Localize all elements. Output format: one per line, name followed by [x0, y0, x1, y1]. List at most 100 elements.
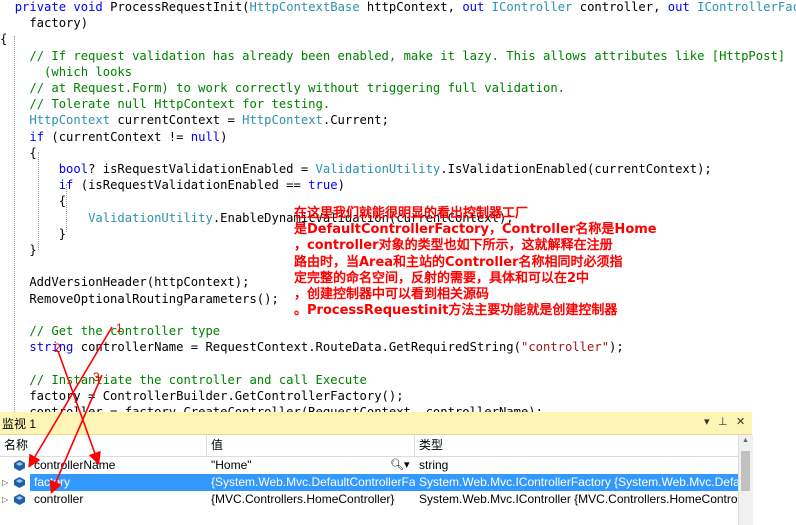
code-token: private: [14, 0, 67, 14]
code-token: RemoveOptionalRoutingParameters();: [0, 291, 279, 306]
expand-arrow-icon[interactable]: ▷: [2, 474, 12, 491]
code-token: .IsValidationEnabled(currentContext);: [440, 162, 712, 176]
watch-row-name: factory: [30, 474, 207, 491]
code-token: true: [308, 178, 338, 193]
code-token: void: [73, 0, 103, 14]
annotation-line: 是DefaultControllerFactory，Controller名称是H…: [294, 222, 657, 238]
code-line[interactable]: HttpContext currentContext = HttpContext…: [0, 112, 389, 128]
code-token: // Instantiate the controller and call E…: [29, 372, 367, 387]
code-token: // If request validation has already bee…: [29, 48, 786, 63]
code-token: out: [462, 0, 485, 14]
code-token: if: [29, 129, 45, 144]
code-token: string: [29, 340, 74, 355]
watch-row-type: string: [419, 458, 449, 472]
watch-row-name: controller: [34, 492, 84, 506]
code-line[interactable]: // Get the controller type: [0, 323, 220, 339]
code-token: factory = ControllerBuilder.GetControlle…: [0, 388, 404, 403]
code-token: // at Request.Form) to work correctly wi…: [29, 81, 565, 95]
field-gem-icon: [14, 494, 25, 505]
code-token: {: [0, 194, 67, 209]
code-token: ProcessRequestInit(: [102, 0, 250, 14]
watch-row-controllername[interactable]: controllerName "Home" 🔍︎▾ string: [0, 457, 738, 474]
close-icon[interactable]: ✕: [736, 415, 745, 428]
code-line[interactable]: if (currentContext != null): [0, 129, 228, 145]
annotation-line: 。ProcessRequestinit方法主要功能就是创建控制器: [294, 303, 618, 319]
annotation-line: 路由时，当Area和主站的Controller名称相同时必须指: [294, 254, 623, 270]
code-token: factory): [0, 16, 89, 31]
column-header-value[interactable]: 值: [207, 435, 415, 456]
code-line[interactable]: // Instantiate the controller and call E…: [0, 372, 367, 388]
pin-icon[interactable]: ⊥: [718, 415, 728, 428]
code-line[interactable]: // at Request.Form) to work correctly wi…: [0, 80, 565, 96]
code-line[interactable]: }: [0, 226, 66, 242]
watch-row-type: System.Web.Mvc.IControllerFactory {Syste…: [415, 474, 738, 491]
code-token: null: [190, 129, 221, 144]
search-icon[interactable]: 🔍︎▾: [390, 457, 414, 474]
code-token: ValidationUtility: [315, 162, 441, 176]
code-token: HttpContext: [242, 113, 323, 128]
scroll-up-icon[interactable]: ▲: [742, 437, 749, 444]
indent-guide: [14, 36, 15, 412]
watch-row-factory[interactable]: ▷ factory {System.Web.Mvc.DefaultControl…: [0, 474, 738, 491]
code-line[interactable]: {: [0, 193, 66, 209]
watch-row-value[interactable]: "Home": [211, 457, 386, 474]
column-header-type[interactable]: 类型: [415, 435, 738, 456]
code-token: (which looks: [44, 64, 133, 79]
code-token: ): [220, 129, 228, 144]
indent-guide: [66, 184, 67, 232]
code-line[interactable]: controller = factory.CreateController(Re…: [0, 404, 543, 412]
code-line[interactable]: // Tolerate null HttpContext for testing…: [0, 96, 330, 112]
code-line[interactable]: bool? isRequestValidationEnabled = Valid…: [0, 161, 712, 177]
code-token: {: [0, 145, 37, 160]
code-token: controllerName = RequestContext.RouteDat…: [73, 340, 521, 355]
code-token: // Tolerate null HttpContext for testing…: [29, 97, 331, 112]
code-line[interactable]: factory): [0, 15, 88, 31]
code-token: HttpContext: [29, 113, 111, 128]
code-line[interactable]: // If request validation has already bee…: [0, 48, 785, 64]
indent-guide: [38, 152, 39, 250]
code-token: currentContext =: [110, 113, 243, 128]
code-line[interactable]: if (isRequestValidationEnabled == true): [0, 177, 345, 193]
watch-row-value[interactable]: {System.Web.Mvc.DefaultControllerFactory…: [207, 474, 415, 491]
code-token: }: [0, 226, 67, 241]
watch-window-titlebar[interactable]: 监视 1 ▾ ⊥ ✕: [0, 412, 752, 435]
code-line[interactable]: factory = ControllerBuilder.GetControlle…: [0, 388, 404, 404]
watch-row-value[interactable]: {MVC.Controllers.HomeController}: [211, 491, 414, 508]
code-token: ): [337, 178, 345, 193]
code-line[interactable]: (which looks: [0, 64, 132, 80]
annotation-line: 在这里我们就能很明显的看出控制器工厂: [294, 206, 529, 221]
code-line[interactable]: }: [0, 242, 36, 258]
code-token: (currentContext !=: [44, 129, 191, 144]
code-token: out: [667, 0, 690, 14]
code-token: (isRequestValidationEnabled ==: [73, 178, 309, 193]
code-line[interactable]: string controllerName = RequestContext.R…: [0, 339, 624, 355]
watch-row-type: System.Web.Mvc.IController {MVC.Controll…: [419, 492, 737, 506]
code-token: bool: [58, 162, 89, 176]
code-line[interactable]: RemoveOptionalRoutingParameters();: [0, 291, 279, 307]
code-line[interactable]: AddVersionHeader(httpContext);: [0, 274, 249, 290]
expand-arrow-icon[interactable]: ▷: [2, 491, 12, 508]
code-token: // Get the controller type: [29, 324, 221, 338]
code-token: HttpContextBase: [249, 0, 360, 14]
code-line[interactable]: private void ProcessRequestInit(HttpCont…: [0, 0, 796, 15]
code-token: httpContext,: [359, 0, 463, 14]
code-line[interactable]: {: [0, 145, 37, 161]
code-token: );: [609, 340, 624, 355]
annotation-line: ，controller对象的类型也如下所示，这就解释在注册: [294, 238, 613, 254]
code-token: ? isRequestValidationEnabled =: [88, 162, 316, 176]
code-token: ValidationUtility: [88, 210, 213, 225]
scrollbar-thumb[interactable]: [741, 451, 750, 491]
code-line[interactable]: {: [0, 31, 7, 47]
watch-row-controller[interactable]: ▷ controller {MVC.Controllers.HomeContro…: [0, 491, 738, 508]
code-token: .Current;: [322, 113, 389, 128]
column-header-name[interactable]: 名称: [0, 435, 207, 456]
watch-scrollbar[interactable]: ▲: [738, 435, 753, 525]
annotation-line: 定完整的命名空间，反射的需要，具体和可以在2中: [294, 270, 590, 286]
code-token: IController: [491, 0, 573, 14]
dropdown-icon[interactable]: ▾: [704, 415, 710, 428]
